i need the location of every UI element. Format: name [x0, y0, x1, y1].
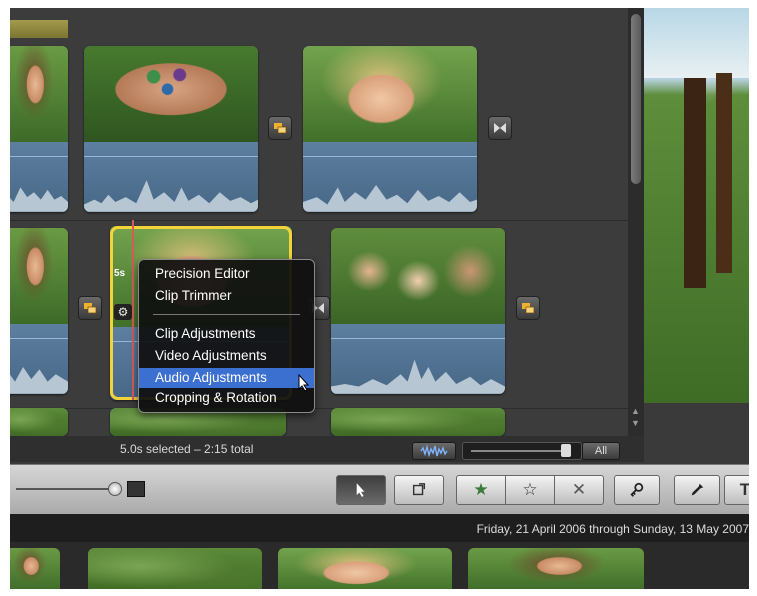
project-scrollbar[interactable]: ▲ ▼ — [628, 8, 644, 436]
viewer-table-leg — [716, 73, 732, 273]
clip-row1-2[interactable] — [84, 46, 258, 212]
reject-button[interactable]: ✕ — [554, 475, 604, 505]
x-icon: ✕ — [571, 480, 587, 499]
selection-duration-text: 5.0s selected – 2:15 total — [120, 442, 254, 456]
viewer-tablecloth — [644, 8, 749, 78]
event-clip-thumbnail[interactable] — [88, 548, 262, 589]
project-status-bar: 5.0s selected – 2:15 total All — [10, 436, 644, 462]
mark-favorite-button[interactable]: ★ — [456, 475, 506, 505]
main-toolbar: ★ ☆ ✕ T — [10, 464, 749, 515]
key-icon — [630, 482, 644, 497]
event-clip-thumbnail[interactable] — [10, 548, 60, 589]
thumbnail-size-icon — [127, 481, 145, 497]
menu-item-clip-adjustments[interactable]: Clip Adjustments — [139, 324, 314, 344]
transition-button[interactable] — [268, 116, 292, 140]
clip-duration-label: 5s — [114, 268, 126, 279]
menu-item-cropping-rotation[interactable]: Cropping & Rotation — [139, 388, 314, 408]
row-divider — [10, 408, 630, 409]
clip-thumbnail — [331, 408, 505, 436]
transition-button[interactable] — [78, 296, 102, 320]
clip-thumbnail — [10, 408, 68, 436]
zoom-all-button[interactable]: All — [582, 442, 620, 460]
bowtie-transition-icon — [494, 123, 506, 133]
menu-separator — [153, 314, 300, 315]
event-clip-thumbnail[interactable] — [278, 548, 452, 589]
viewer-table-leg — [684, 78, 706, 288]
thumbnail-size-slider[interactable] — [16, 488, 116, 490]
playhead[interactable] — [132, 220, 134, 400]
arrow-tool-button[interactable] — [336, 475, 386, 505]
clip-row1-1[interactable] — [10, 46, 68, 212]
transition-icon — [274, 123, 287, 134]
clip-row1-3[interactable] — [303, 46, 477, 212]
project-clip-remnant[interactable] — [10, 20, 68, 38]
clip-audio-waveform — [331, 324, 505, 394]
clip-row2-3[interactable] — [331, 228, 505, 394]
thumbnail-size-knob[interactable] — [108, 482, 122, 496]
clip-audio-waveform — [10, 324, 68, 394]
inspector-button[interactable] — [674, 475, 720, 505]
menu-item-precision-editor[interactable]: Precision Editor — [139, 264, 314, 284]
clip-audio-waveform — [84, 142, 258, 212]
clip-zoom-slider[interactable] — [462, 442, 582, 460]
menu-item-clip-trimmer[interactable]: Clip Trimmer — [139, 286, 314, 306]
event-clip-thumbnail[interactable] — [468, 548, 644, 589]
menu-item-video-adjustments[interactable]: Video Adjustments — [139, 346, 314, 366]
menu-item-audio-adjustments[interactable]: Audio Adjustments — [139, 368, 314, 388]
clip-row3-3[interactable] — [331, 408, 505, 436]
transition-button[interactable] — [516, 296, 540, 320]
clip-thumbnail — [10, 46, 68, 143]
mouse-cursor-icon — [298, 374, 310, 392]
event-date-range-text: Friday, 21 April 2006 through Sunday, 13… — [476, 522, 749, 536]
clip-thumbnail — [303, 46, 477, 143]
slider-track — [471, 450, 567, 452]
clip-row2-1[interactable] — [10, 228, 68, 394]
crop-icon — [412, 483, 426, 496]
arrow-pointer-icon — [356, 483, 365, 497]
row-divider — [10, 220, 630, 221]
title-t-icon: T — [739, 480, 749, 499]
star-filled-icon: ★ — [473, 480, 489, 499]
audio-waveform-toggle[interactable] — [412, 442, 456, 460]
transition-icon — [84, 303, 97, 314]
waveform-icon — [420, 444, 448, 458]
imovie-window: 5s ⚙ Precision Editor Clip Trimmer Clip … — [10, 8, 749, 589]
eyedropper-icon — [691, 483, 704, 496]
scroll-down-arrow-icon[interactable]: ▼ — [631, 418, 640, 428]
clip-action-menu: Precision Editor Clip Trimmer Clip Adjus… — [138, 259, 315, 413]
clip-audio-waveform — [303, 142, 477, 212]
clip-audio-waveform — [10, 142, 68, 212]
unmark-button[interactable]: ☆ — [505, 475, 555, 505]
scroll-up-arrow-icon[interactable]: ▲ — [631, 406, 640, 416]
transition-icon — [522, 303, 535, 314]
gear-icon[interactable]: ⚙ — [114, 304, 132, 320]
event-date-range-bar: Friday, 21 April 2006 through Sunday, 13… — [10, 514, 749, 542]
clip-thumbnail — [84, 46, 258, 143]
event-browser[interactable] — [10, 542, 749, 589]
slider-knob[interactable] — [561, 444, 571, 457]
title-button[interactable]: T — [724, 475, 749, 505]
clip-thumbnail — [10, 228, 68, 325]
keyword-button[interactable] — [614, 475, 660, 505]
clip-row3-1[interactable] — [10, 408, 68, 436]
project-timeline[interactable]: 5s ⚙ Precision Editor Clip Trimmer Clip … — [10, 8, 630, 436]
star-outline-icon: ☆ — [522, 480, 538, 499]
preview-viewer[interactable] — [644, 8, 749, 403]
scrollbar-thumb[interactable] — [631, 14, 641, 184]
clip-thumbnail — [331, 228, 505, 325]
crop-tool-button[interactable] — [394, 475, 444, 505]
cross-dissolve-transition-button[interactable] — [488, 116, 512, 140]
